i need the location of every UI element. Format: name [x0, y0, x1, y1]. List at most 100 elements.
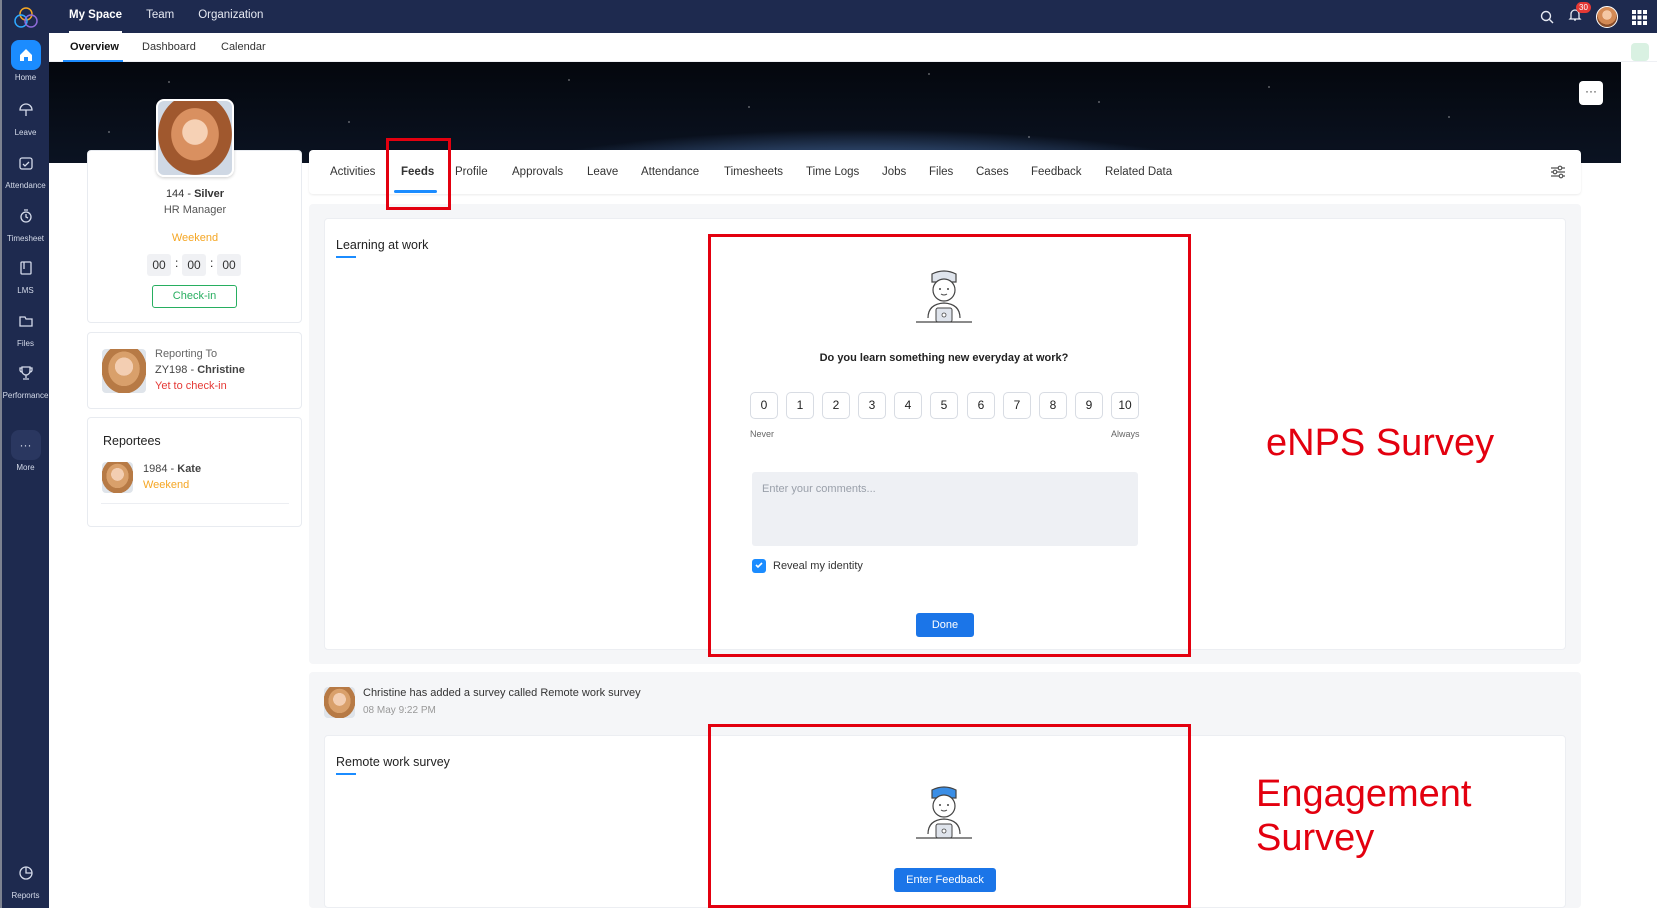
score-option-3[interactable]: 3	[858, 392, 886, 419]
reporting-manager[interactable]: ZY198 - Christine	[155, 364, 245, 376]
top-nav-team[interactable]: Team	[146, 0, 174, 33]
tab-feeds[interactable]: Feeds	[401, 150, 434, 194]
more-icon: ···	[10, 430, 41, 460]
enter-feedback-button[interactable]: Enter Feedback	[894, 868, 996, 892]
engagement-annotation-line2: Survey	[1256, 817, 1375, 859]
reportee[interactable]: 1984 - Kate	[143, 463, 201, 475]
tab-profile[interactable]: Profile	[455, 150, 488, 194]
reportee-avatar[interactable]	[102, 462, 133, 493]
scale-max-label: Always	[1111, 429, 1140, 439]
tab-related-data[interactable]: Related Data	[1105, 150, 1172, 194]
score-option-1[interactable]: 1	[786, 392, 814, 419]
subnav-calendar[interactable]: Calendar	[221, 33, 266, 61]
tab-timesheets[interactable]: Timesheets	[724, 150, 783, 194]
notifications-button[interactable]: 30	[1568, 1, 1591, 27]
enps-annotation: eNPS Survey	[1266, 422, 1495, 464]
tab-active-indicator	[394, 190, 437, 193]
score-option-10[interactable]: 10	[1111, 392, 1139, 419]
comments-field[interactable]	[752, 472, 1138, 546]
survey-title: Learning at work	[336, 238, 429, 252]
sidebar-item-files[interactable]: Files	[2, 306, 49, 358]
tab-attendance[interactable]: Attendance	[641, 150, 699, 194]
profile-name: Silver	[194, 188, 225, 200]
tab-files[interactable]: Files	[929, 150, 953, 194]
checkmark-icon	[755, 562, 763, 569]
survey-question: Do you learn something new everyday at w…	[819, 352, 1069, 364]
sidebar-label: Attendance	[5, 181, 46, 190]
score-option-6[interactable]: 6	[967, 392, 995, 419]
sub-nav: Overview Dashboard Calendar	[49, 33, 1657, 62]
scale-min-label: Never	[750, 429, 775, 439]
top-nav-organization[interactable]: Organization	[198, 0, 263, 33]
user-avatar[interactable]	[1596, 6, 1618, 28]
profile-photo	[156, 99, 234, 177]
app-logo-icon[interactable]	[13, 6, 39, 30]
notification-badge: 30	[1576, 1, 1591, 13]
sidebar-item-lms[interactable]: LMS	[2, 253, 49, 305]
search-icon[interactable]	[1540, 10, 1554, 24]
sidebar-item-reports[interactable]: Reports	[2, 858, 49, 908]
trophy-icon	[11, 358, 41, 388]
timer-icon	[11, 201, 41, 231]
tab-approvals[interactable]: Approvals	[512, 150, 563, 194]
score-option-8[interactable]: 8	[1039, 392, 1067, 419]
score-option-4[interactable]: 4	[894, 392, 922, 419]
banner-more-button[interactable]: ···	[1579, 81, 1603, 105]
reporting-manager-id: ZY198 -	[155, 364, 198, 376]
post-text: Christine has added a survey called Remo…	[363, 687, 641, 699]
sidebar-label: Files	[17, 339, 34, 348]
checkin-button[interactable]: Check-in	[152, 285, 237, 308]
filter-settings-icon[interactable]	[1550, 165, 1566, 179]
chat-icon[interactable]	[1631, 43, 1649, 61]
sidebar-item-leave[interactable]: Leave	[2, 95, 49, 147]
profile-id-name: 144 - Silver	[88, 188, 302, 200]
subnav-dashboard[interactable]: Dashboard	[142, 33, 196, 61]
book-icon	[11, 253, 41, 283]
score-option-5[interactable]: 5	[930, 392, 958, 419]
subnav-overview[interactable]: Overview	[70, 33, 119, 61]
profile-banner	[49, 62, 1621, 163]
tab-leave[interactable]: Leave	[587, 150, 618, 194]
engagement-annotation-line1: Engagement	[1256, 773, 1472, 815]
sidebar-item-performance[interactable]: Performance	[2, 358, 49, 410]
home-icon	[10, 40, 41, 70]
reporting-manager-status: Yet to check-in	[155, 380, 227, 392]
divider	[101, 503, 289, 504]
tab-feedback[interactable]: Feedback	[1031, 150, 1082, 194]
reporting-to-label: Reporting To	[155, 348, 218, 360]
score-option-2[interactable]: 2	[822, 392, 850, 419]
sidebar-label: Performance	[2, 391, 49, 400]
top-nav-my-space[interactable]: My Space	[69, 0, 123, 33]
reporting-manager-avatar[interactable]	[102, 349, 146, 393]
score-option-7[interactable]: 7	[1003, 392, 1031, 419]
score-option-0[interactable]: 0	[750, 392, 778, 419]
post-author-avatar[interactable]	[324, 687, 355, 718]
profile-role: HR Manager	[163, 204, 227, 216]
reveal-identity-checkbox[interactable]	[752, 559, 766, 573]
top-bar: My Space Team Organization 30	[49, 0, 1657, 33]
done-button[interactable]: Done	[916, 613, 974, 637]
tab-activities[interactable]: Activities	[330, 150, 375, 194]
reportee-status: Weekend	[143, 479, 190, 491]
title-accent	[336, 773, 356, 775]
pie-chart-icon	[11, 858, 41, 888]
sidebar-label: Reports	[11, 891, 40, 900]
timer-hours: 00	[147, 254, 171, 276]
umbrella-icon	[11, 95, 41, 125]
profile-status: Weekend	[171, 232, 219, 244]
sidebar-label: More	[16, 463, 35, 472]
sidebar-label: Home	[14, 73, 37, 82]
reveal-identity-label: Reveal my identity	[773, 560, 863, 572]
tab-time-logs[interactable]: Time Logs	[806, 150, 859, 194]
app-grid-icon[interactable]	[1632, 9, 1647, 25]
sidebar-item-attendance[interactable]: Attendance	[2, 148, 49, 200]
tab-jobs[interactable]: Jobs	[882, 150, 906, 194]
sidebar-item-more[interactable]: ··· More	[2, 430, 49, 482]
sidebar-item-home[interactable]: Home	[2, 40, 49, 92]
score-option-9[interactable]: 9	[1075, 392, 1103, 419]
reportee-id: 1984 -	[143, 463, 178, 475]
tab-cases[interactable]: Cases	[976, 150, 1009, 194]
timer-minutes: 00	[182, 254, 206, 276]
sidebar-item-timesheet[interactable]: Timesheet	[2, 201, 49, 253]
sidebar-label: Timesheet	[6, 234, 45, 243]
